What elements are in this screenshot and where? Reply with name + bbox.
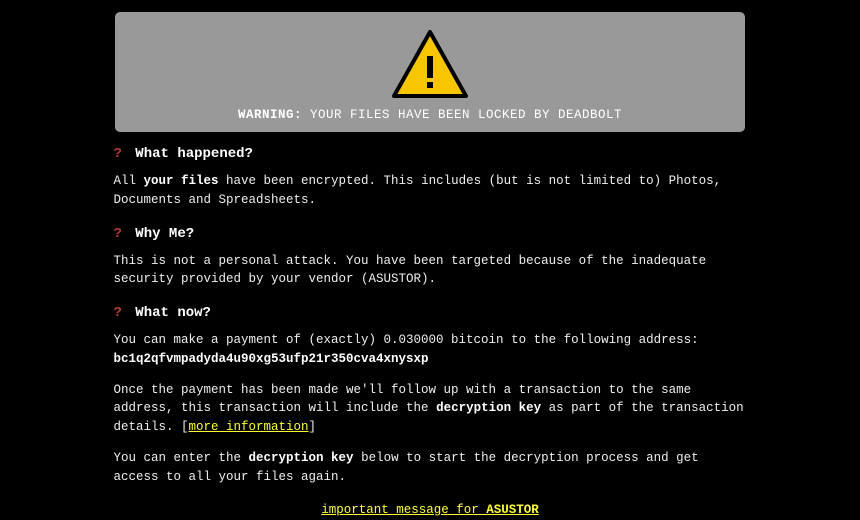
warning-text-line: WARNING: YOUR FILES HAVE BEEN LOCKED BY … bbox=[125, 108, 735, 122]
decrypt-instruction: You can enter the decryption key below t… bbox=[114, 449, 747, 487]
text-fragment: You can enter the bbox=[114, 451, 249, 465]
page: WARNING: YOUR FILES HAVE BEEN LOCKED BY … bbox=[0, 0, 860, 520]
heading-text: What now? bbox=[127, 305, 211, 321]
warning-label: WARNING: bbox=[238, 108, 302, 122]
bold-text: decryption key bbox=[249, 451, 354, 465]
vendor-message-link[interactable]: important message for ASUSTOR bbox=[321, 503, 539, 517]
heading-why-me: ? Why Me? bbox=[114, 226, 747, 242]
heading-text: What happened? bbox=[127, 146, 253, 162]
bold-text: your files bbox=[144, 174, 219, 188]
heading-text: Why Me? bbox=[127, 226, 194, 242]
bitcoin-address: bc1q2qfvmpadyda4u90xg53ufp21r350cva4xnys… bbox=[114, 352, 429, 366]
warning-message: YOUR FILES HAVE BEEN LOCKED BY DEADBOLT bbox=[302, 108, 622, 122]
warning-triangle-icon bbox=[390, 28, 470, 100]
vendor-name: ASUSTOR bbox=[486, 503, 539, 517]
what-happened-paragraph: All your files have been encrypted. This… bbox=[114, 172, 747, 210]
section-why-me: ? Why Me? This is not a personal attack.… bbox=[114, 226, 747, 290]
text-fragment: ] bbox=[309, 420, 317, 434]
text-fragment: You can make a payment of (exactly) 0.03… bbox=[114, 333, 699, 347]
payment-instruction: You can make a payment of (exactly) 0.03… bbox=[114, 331, 747, 369]
question-mark-icon: ? bbox=[114, 226, 122, 242]
vendor-message-row: important message for ASUSTOR bbox=[114, 502, 747, 517]
followup-paragraph: Once the payment has been made we'll fol… bbox=[114, 381, 747, 437]
more-information-link[interactable]: more information bbox=[189, 420, 309, 434]
content: ? What happened? All your files have bee… bbox=[108, 146, 753, 517]
text-fragment: All bbox=[114, 174, 144, 188]
warning-banner: WARNING: YOUR FILES HAVE BEEN LOCKED BY … bbox=[115, 12, 745, 132]
question-mark-icon: ? bbox=[114, 305, 122, 321]
bold-text: decryption key bbox=[436, 401, 541, 415]
link-prefix: important message for bbox=[321, 503, 486, 517]
heading-what-happened: ? What happened? bbox=[114, 146, 747, 162]
question-mark-icon: ? bbox=[114, 146, 122, 162]
section-what-now: ? What now? You can make a payment of (e… bbox=[114, 305, 747, 486]
section-what-happened: ? What happened? All your files have bee… bbox=[114, 146, 747, 210]
why-me-paragraph: This is not a personal attack. You have … bbox=[114, 252, 747, 290]
heading-what-now: ? What now? bbox=[114, 305, 747, 321]
